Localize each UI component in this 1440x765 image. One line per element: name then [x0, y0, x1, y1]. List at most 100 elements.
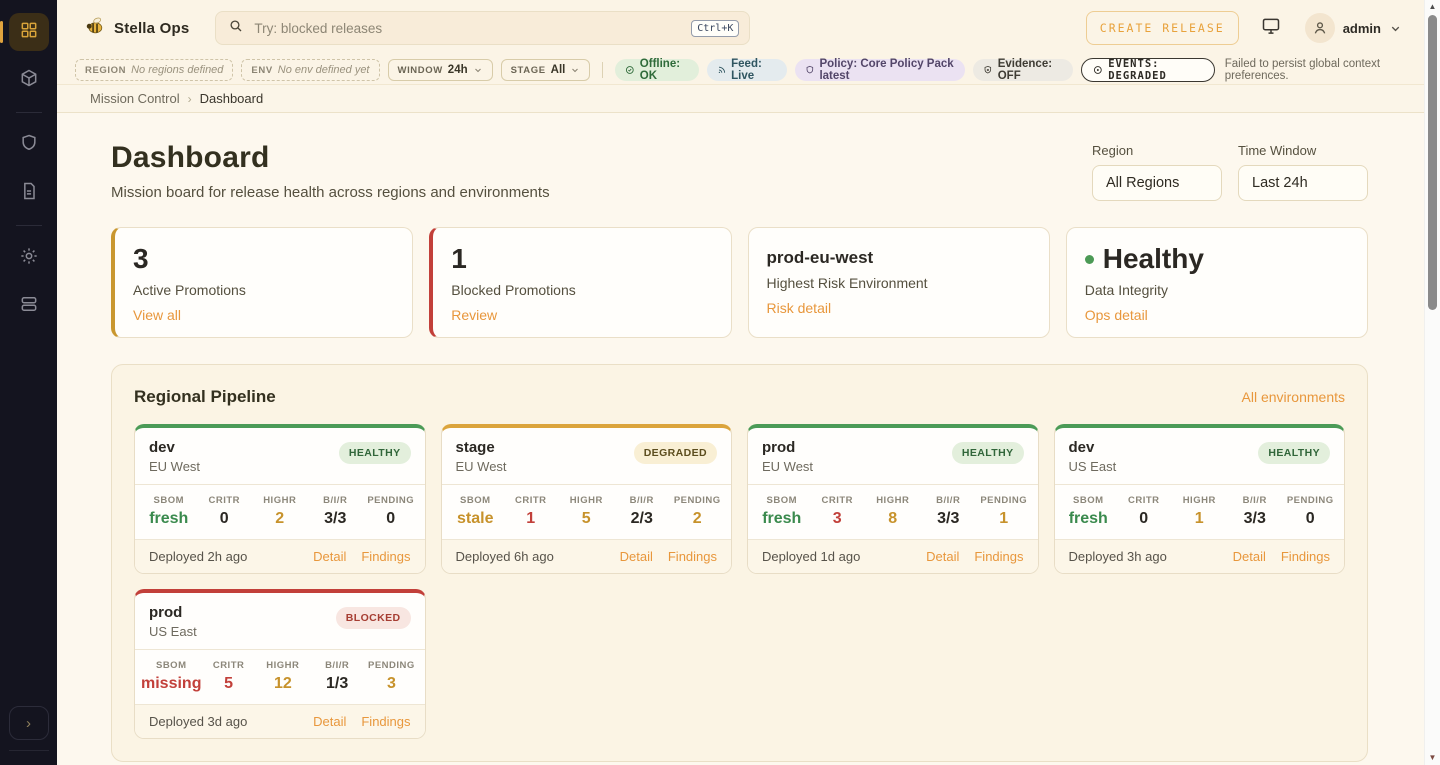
- feed-status-pill[interactable]: Feed: Live: [707, 59, 787, 81]
- metric-highr: 1: [1172, 510, 1228, 528]
- global-search[interactable]: Ctrl+K: [215, 11, 750, 45]
- gear-icon: [19, 246, 39, 271]
- stage-context-pill[interactable]: STAGE All: [501, 59, 591, 81]
- breadcrumb-current: Dashboard: [200, 91, 264, 106]
- events-status-pill[interactable]: EVENTS: DEGRADED: [1081, 58, 1215, 82]
- create-release-button[interactable]: CREATE RELEASE: [1086, 11, 1239, 45]
- metric-label-highr: HIGHR: [256, 660, 310, 671]
- sidebar-item-settings[interactable]: [9, 239, 49, 277]
- metric-bir: 3/3: [308, 510, 364, 528]
- pipeline-grid: dev EU West HEALTHY SBOMfresh CRITR0 HIG…: [134, 424, 1345, 739]
- metric-highr: 5: [559, 510, 615, 528]
- metric-label-pending: PENDING: [1283, 495, 1339, 506]
- breadcrumb-separator-icon: ›: [188, 92, 192, 106]
- sidebar-item-dashboard[interactable]: [9, 13, 49, 51]
- detail-link[interactable]: Detail: [620, 549, 653, 564]
- metric-label-highr: HIGHR: [559, 495, 615, 506]
- findings-link[interactable]: Findings: [974, 549, 1023, 564]
- app-title: Stella Ops: [114, 20, 189, 37]
- region-name: EU West: [149, 459, 200, 474]
- metric-pending: 2: [670, 510, 726, 528]
- findings-link[interactable]: Findings: [361, 549, 410, 564]
- highest-risk-card: prod-eu-west Highest Risk Environment Ri…: [748, 227, 1050, 338]
- risk-detail-link[interactable]: Risk detail: [767, 300, 832, 316]
- metric-critr: 1: [503, 510, 559, 528]
- metric-label-bir: B/I/R: [614, 495, 670, 506]
- pipeline-card-stage-eu-west: stage EU West DEGRADED SBOMstale CRITR1 …: [441, 424, 733, 574]
- search-input[interactable]: [254, 21, 681, 36]
- status-badge: BLOCKED: [336, 607, 411, 629]
- shield-icon: [805, 64, 815, 76]
- all-environments-link[interactable]: All environments: [1242, 389, 1346, 405]
- metric-critr: 3: [810, 510, 866, 528]
- findings-link[interactable]: Findings: [361, 714, 410, 729]
- sidebar-item-releases[interactable]: [9, 61, 49, 99]
- main-content: Dashboard Mission board for release heal…: [57, 113, 1424, 765]
- chevron-right-icon: ›: [26, 715, 31, 732]
- time-window-filter: Time Window Last 24h: [1238, 143, 1368, 201]
- events-status-text: EVENTS: DEGRADED: [1108, 58, 1202, 82]
- data-integrity-value: Healthy: [1103, 244, 1204, 275]
- offline-status-text: Offline: OK: [640, 58, 689, 82]
- app-header: Stella Ops Ctrl+K CREATE RELEASE admin: [57, 0, 1424, 56]
- ops-detail-link[interactable]: Ops detail: [1085, 307, 1148, 323]
- sidebar-expand-button[interactable]: ›: [9, 706, 49, 740]
- metric-sbom: fresh: [1061, 510, 1117, 528]
- metric-sbom: fresh: [754, 510, 810, 528]
- chevron-down-icon: [1389, 22, 1402, 35]
- breadcrumb-parent[interactable]: Mission Control: [90, 91, 180, 106]
- metric-label-sbom: SBOM: [141, 495, 197, 506]
- metric-label-bir: B/I/R: [308, 495, 364, 506]
- region-filter-label: Region: [1092, 143, 1222, 158]
- region-name: US East: [149, 624, 197, 639]
- metric-highr: 2: [252, 510, 308, 528]
- region-name: EU West: [456, 459, 507, 474]
- display-mode-button[interactable]: [1261, 16, 1281, 41]
- findings-link[interactable]: Findings: [1281, 549, 1330, 564]
- deployed-text: Deployed 3h ago: [1069, 549, 1218, 564]
- metric-label-critr: CRITR: [810, 495, 866, 506]
- evidence-status-text: Evidence: OFF: [998, 58, 1063, 82]
- bee-logo-icon: [83, 15, 105, 42]
- package-icon: [19, 68, 39, 93]
- policy-status-pill[interactable]: Policy: Core Policy Pack latest: [795, 59, 965, 81]
- metric-label-sbom: SBOM: [754, 495, 810, 506]
- sidebar-item-infrastructure[interactable]: [9, 287, 49, 325]
- detail-link[interactable]: Detail: [313, 549, 346, 564]
- metric-label-highr: HIGHR: [1172, 495, 1228, 506]
- user-menu[interactable]: admin: [1305, 13, 1402, 43]
- detail-link[interactable]: Detail: [313, 714, 346, 729]
- sidebar-item-security[interactable]: [9, 126, 49, 164]
- vertical-scrollbar[interactable]: ▲ ▼: [1424, 0, 1440, 765]
- region-filter-select[interactable]: All Regions: [1092, 165, 1222, 201]
- server-icon: [19, 294, 39, 319]
- scroll-up-arrow-icon[interactable]: ▲: [1429, 0, 1437, 14]
- metric-label-bir: B/I/R: [921, 495, 977, 506]
- evidence-status-pill[interactable]: Evidence: OFF: [973, 59, 1072, 81]
- chevron-down-icon: [473, 65, 483, 75]
- time-window-filter-select[interactable]: Last 24h: [1238, 165, 1368, 201]
- scroll-down-arrow-icon[interactable]: ▼: [1429, 751, 1437, 765]
- view-all-link[interactable]: View all: [133, 307, 181, 323]
- env-label: ENV: [251, 65, 272, 76]
- regional-pipeline-title: Regional Pipeline: [134, 387, 276, 407]
- env-context-pill[interactable]: ENV No env defined yet: [241, 59, 379, 81]
- blocked-promotions-value: 1: [451, 244, 712, 275]
- metric-sbom: missing: [141, 675, 201, 693]
- detail-link[interactable]: Detail: [926, 549, 959, 564]
- env-value: No env defined yet: [278, 64, 370, 76]
- review-link[interactable]: Review: [451, 307, 497, 323]
- detail-link[interactable]: Detail: [1233, 549, 1266, 564]
- metric-label-critr: CRITR: [197, 495, 253, 506]
- sidebar-item-documents[interactable]: [9, 174, 49, 212]
- offline-status-pill[interactable]: Offline: OK: [615, 59, 698, 81]
- scrollbar-thumb[interactable]: [1428, 15, 1437, 310]
- data-integrity-card: Healthy Data Integrity Ops detail: [1066, 227, 1368, 338]
- stage-value: All: [551, 64, 566, 76]
- metric-label-critr: CRITR: [1116, 495, 1172, 506]
- window-context-pill[interactable]: WINDOW 24h: [388, 59, 493, 81]
- findings-link[interactable]: Findings: [668, 549, 717, 564]
- region-value: No regions defined: [131, 64, 223, 76]
- region-context-pill[interactable]: REGION No regions defined: [75, 59, 233, 81]
- pipeline-card-prod-eu-west: prod EU West HEALTHY SBOMfresh CRITR3 HI…: [747, 424, 1039, 574]
